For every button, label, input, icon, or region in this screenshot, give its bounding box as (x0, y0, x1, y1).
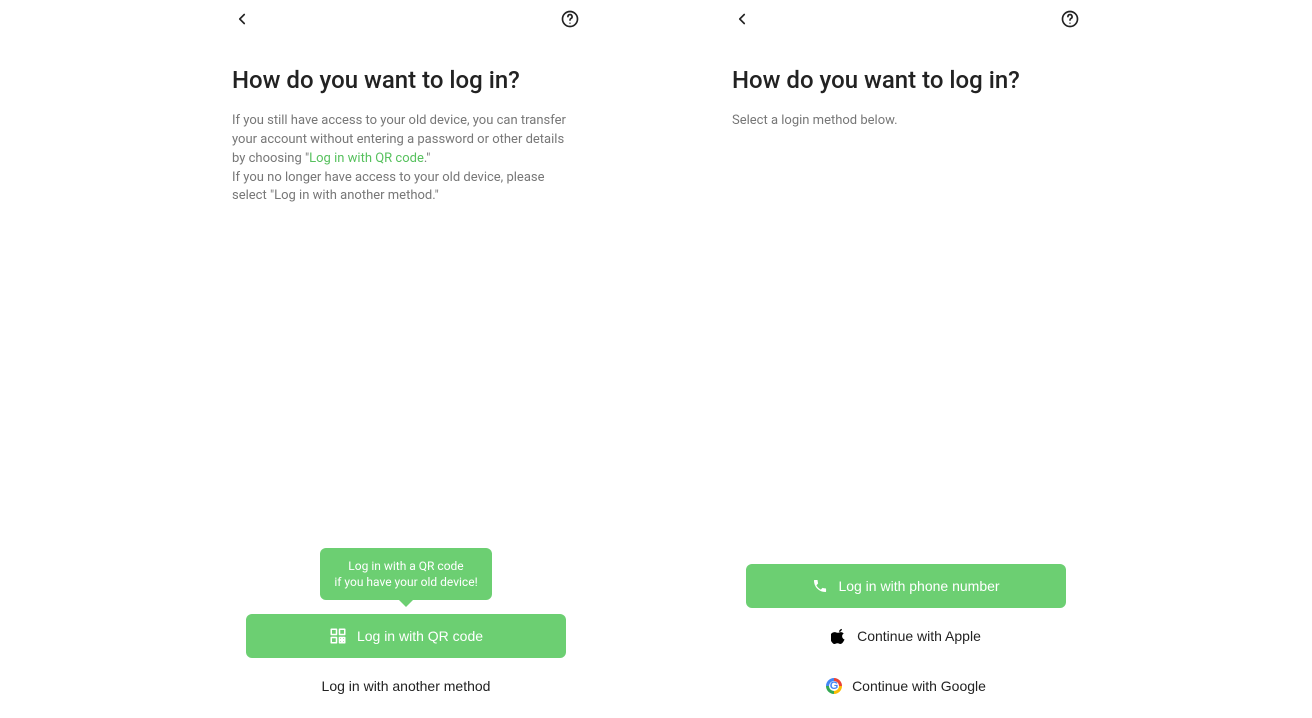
chevron-left-icon (233, 10, 251, 28)
topbar (726, 2, 1086, 36)
qr-code-link[interactable]: Log in with QR code (309, 151, 424, 166)
apple-icon (831, 627, 847, 645)
description: If you still have access to your old dev… (232, 112, 580, 206)
login-other-label: Log in with another method (322, 678, 491, 694)
continue-google-button[interactable]: Continue with Google (746, 664, 1066, 708)
qr-tooltip: Log in with a QR code if you have your o… (320, 548, 491, 600)
bottom-actions: Log in with a QR code if you have your o… (226, 548, 586, 716)
desc-text-2: If you no longer have access to your old… (232, 170, 545, 204)
login-qr-button[interactable]: Log in with QR code (246, 614, 566, 658)
login-method-screen-qr: How do you want to log in? If you still … (226, 2, 586, 716)
phone-icon (812, 578, 828, 594)
chevron-left-icon (733, 10, 751, 28)
description: Select a login method below. (732, 112, 1080, 131)
tooltip-line-1: Log in with a QR code (348, 559, 463, 573)
qr-code-icon (329, 627, 347, 645)
login-phone-button[interactable]: Log in with phone number (746, 564, 1066, 608)
content: How do you want to log in? Select a logi… (726, 36, 1086, 131)
back-button[interactable] (230, 7, 254, 31)
login-other-button[interactable]: Log in with another method (246, 664, 566, 708)
help-button[interactable] (558, 7, 582, 31)
bottom-actions: Log in with phone number Continue with A… (726, 564, 1086, 716)
login-phone-label: Log in with phone number (838, 578, 999, 594)
help-icon (1060, 9, 1080, 29)
continue-apple-button[interactable]: Continue with Apple (746, 614, 1066, 658)
page-title: How do you want to log in? (732, 66, 1080, 94)
tooltip-line-2: if you have your old device! (334, 575, 477, 589)
help-icon (560, 9, 580, 29)
continue-apple-label: Continue with Apple (857, 628, 981, 644)
content: How do you want to log in? If you still … (226, 36, 586, 206)
desc-text-1b: ." (424, 151, 431, 166)
page-title: How do you want to log in? (232, 66, 580, 94)
topbar (226, 2, 586, 36)
login-qr-label: Log in with QR code (357, 628, 483, 644)
back-button[interactable] (730, 7, 754, 31)
google-icon (826, 678, 842, 694)
continue-google-label: Continue with Google (852, 678, 986, 694)
help-button[interactable] (1058, 7, 1082, 31)
login-method-screen-select: How do you want to log in? Select a logi… (726, 2, 1086, 716)
